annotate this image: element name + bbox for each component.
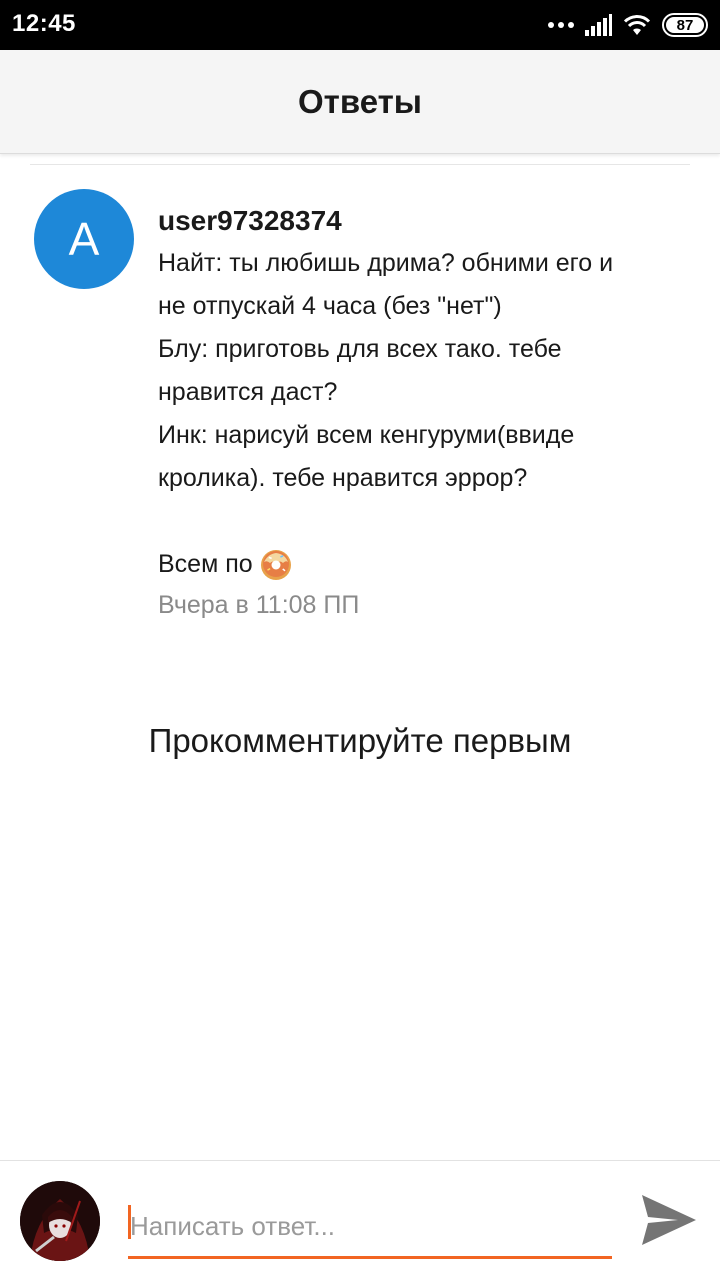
author-avatar[interactable]: A bbox=[34, 189, 134, 289]
post-line: Инк: нарисуй всем кенгуруми(ввиде bbox=[158, 421, 575, 449]
avatar-image bbox=[20, 1181, 100, 1261]
post-line: нравится даст? bbox=[158, 378, 338, 406]
post-line: не отпускай 4 часа (без "нет") bbox=[158, 292, 502, 320]
post-timestamp: Вчера в 11:08 ПП bbox=[158, 591, 360, 619]
status-icons: 87 bbox=[548, 12, 708, 38]
post-body: user97328374 Найт: ты любишь дрима? обни… bbox=[158, 200, 698, 622]
username[interactable]: user97328374 bbox=[158, 200, 698, 242]
avatar-letter: A bbox=[68, 213, 100, 265]
post-line: Блу: приготовь для всех тако. тебе bbox=[158, 335, 562, 363]
post-line: Найт: ты любишь дрима? обними его и bbox=[158, 249, 614, 277]
closing-line: Всем по bbox=[158, 543, 698, 586]
status-time: 12:45 bbox=[12, 10, 76, 37]
reply-input[interactable] bbox=[128, 1197, 612, 1259]
send-icon bbox=[642, 1195, 696, 1245]
page-title: Ответы bbox=[298, 82, 422, 120]
donut-icon bbox=[260, 549, 291, 580]
post-line: кролика). тебе нравится эррор? bbox=[158, 464, 528, 492]
battery-icon: 87 bbox=[662, 13, 708, 37]
status-bar: 12:45 87 bbox=[0, 0, 720, 50]
app-header: Ответы bbox=[0, 50, 720, 154]
closing-text: Всем по bbox=[158, 550, 253, 578]
divider bbox=[30, 164, 690, 165]
reply-bar bbox=[0, 1160, 720, 1280]
current-user-avatar[interactable] bbox=[20, 1181, 100, 1261]
send-button[interactable] bbox=[636, 1189, 702, 1251]
empty-comments-message: Прокомментируйте первым bbox=[148, 722, 572, 759]
wifi-icon bbox=[623, 15, 651, 35]
cellular-signal-icon bbox=[585, 14, 612, 36]
battery-level: 87 bbox=[676, 16, 694, 34]
text-cursor bbox=[128, 1205, 131, 1239]
signal-dots-icon bbox=[548, 22, 574, 28]
